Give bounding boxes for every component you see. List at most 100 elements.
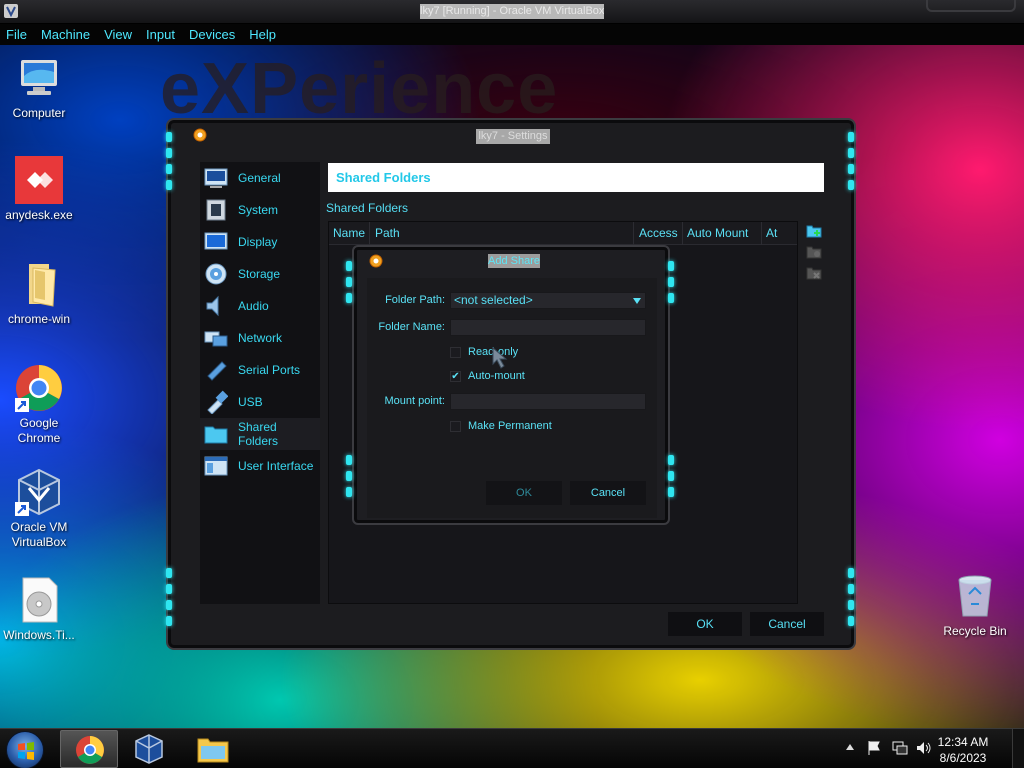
gear-icon (193, 128, 207, 142)
system-icon (206, 199, 226, 221)
desktop-icon-label: Recycle Bin (943, 624, 1007, 638)
windows-logo-icon (18, 742, 34, 760)
desktop-icon-recycle-bin[interactable]: Recycle Bin (936, 572, 1014, 639)
frame-studs (668, 261, 676, 309)
show-desktop-button[interactable] (1012, 729, 1024, 768)
settings-cancel-button[interactable]: Cancel (750, 612, 824, 636)
disc-image-icon (15, 576, 63, 624)
menu-devices[interactable]: Devices (189, 27, 235, 42)
nav-item-usb[interactable]: USB (200, 386, 320, 418)
nav-item-user-interface[interactable]: User Interface (200, 450, 320, 482)
checkbox-box (450, 420, 461, 432)
desktop-icon-windows-iso[interactable]: Windows.Ti... (0, 576, 78, 643)
clock-time: 12:34 AM (937, 735, 989, 749)
checkbox-box: ✔ (450, 370, 461, 382)
shared-folders-icon (204, 426, 228, 444)
anydesk-icon (15, 156, 63, 204)
desktop-icon-google-chrome[interactable]: Google Chrome (0, 364, 78, 446)
frame-studs (668, 455, 676, 503)
mouse-cursor-icon (492, 347, 508, 369)
shared-folders-section-label: Shared Folders (326, 201, 409, 215)
window-controls[interactable] (926, 0, 1016, 12)
make-permanent-label: Make Permanent (468, 420, 552, 432)
column-header-access[interactable]: Access (639, 226, 678, 240)
nav-item-system[interactable]: System (200, 194, 320, 226)
clock-date: 8/6/2023 (939, 751, 987, 765)
column-header-name[interactable]: Name (333, 226, 365, 240)
folder-icon (15, 260, 63, 308)
frame-studs (166, 132, 174, 196)
nav-label: Shared Folders (237, 420, 278, 448)
menu-view[interactable]: View (104, 27, 132, 42)
nav-item-general[interactable]: General (200, 162, 320, 194)
general-icon (204, 168, 228, 188)
vm-title-bar: lky7 [Running] - Oracle VM VirtualBox (0, 0, 1024, 24)
taskbar-clock[interactable]: 12:34 AM 8/6/2023 (928, 734, 998, 766)
chrome-icon (15, 364, 63, 412)
nav-item-serial-ports[interactable]: Serial Ports (200, 354, 320, 386)
desktop-icon-anydesk[interactable]: anydesk.exe (0, 156, 78, 223)
settings-title: lky7 - Settings (476, 129, 550, 144)
menu-file[interactable]: File (6, 27, 27, 42)
add-share-ok-button[interactable]: OK (486, 481, 562, 505)
action-center-flag-icon[interactable] (866, 740, 882, 756)
menu-machine[interactable]: Machine (41, 27, 90, 42)
virtualbox-logo-icon (4, 4, 18, 18)
nav-item-audio[interactable]: Audio (200, 290, 320, 322)
recycle-bin-icon (951, 572, 999, 620)
menu-input[interactable]: Input (146, 27, 175, 42)
remove-folder-icon[interactable] (806, 265, 822, 281)
nav-item-network[interactable]: Network (200, 322, 320, 354)
add-share-title: Add Share (488, 254, 540, 268)
taskbar-file-explorer[interactable] (184, 730, 242, 768)
taskbar-virtualbox[interactable] (120, 730, 178, 768)
display-icon (204, 232, 228, 250)
desktop-icon-label: Computer (12, 106, 66, 120)
checkbox-box (450, 346, 461, 358)
desktop-icon-label: Google Chrome (17, 416, 61, 445)
add-share-cancel-button[interactable]: Cancel (570, 481, 646, 505)
add-folder-icon[interactable] (806, 223, 822, 239)
desktop-icon-label: anydesk.exe (5, 208, 73, 222)
taskbar-chrome[interactable] (60, 730, 118, 768)
nav-label: Storage (238, 267, 281, 281)
desktop-icon-label: chrome-win (7, 312, 70, 326)
nav-item-storage[interactable]: Storage (200, 258, 320, 290)
vm-window-title: lky7 [Running] - Oracle VM VirtualBox (420, 4, 604, 19)
menu-help[interactable]: Help (249, 27, 276, 42)
nav-item-shared-folders[interactable]: Shared Folders (200, 418, 320, 450)
settings-ok-button[interactable]: OK (668, 612, 742, 636)
desktop-icon-label: Oracle VM VirtualBox (10, 520, 68, 549)
shortcut-arrow-icon (15, 502, 29, 516)
gear-icon (369, 254, 383, 268)
frame-studs (346, 455, 354, 503)
nav-label: Serial Ports (238, 363, 301, 377)
folder-path-value: <not selected> (454, 293, 533, 307)
mount-point-field[interactable] (450, 393, 646, 410)
table-header: Name Path Access Auto Mount At (329, 222, 797, 245)
network-icon (204, 331, 228, 347)
column-header-path[interactable]: Path (375, 226, 400, 240)
folder-path-combobox[interactable]: <not selected> (450, 292, 646, 309)
storage-icon (205, 263, 227, 285)
edit-folder-icon[interactable] (806, 244, 822, 260)
column-header-auto-mount[interactable]: Auto Mount (687, 226, 748, 240)
folder-path-label: Folder Path: (385, 294, 445, 306)
make-permanent-checkbox[interactable]: Make Permanent (450, 420, 552, 432)
desktop-icon-computer[interactable]: Computer (0, 54, 78, 121)
network-status-icon[interactable] (892, 740, 908, 756)
page-title: Shared Folders (328, 163, 824, 192)
folder-name-field[interactable] (450, 319, 646, 336)
virtualbox-icon (135, 734, 163, 764)
show-hidden-icons-icon[interactable] (846, 744, 854, 750)
start-button[interactable] (6, 731, 44, 768)
chrome-icon (76, 736, 104, 764)
desktop-icon-chrome-win[interactable]: chrome-win (0, 260, 78, 327)
column-header-at[interactable]: At (766, 226, 777, 240)
auto-mount-checkbox[interactable]: ✔ Auto-mount (450, 370, 525, 382)
serial-ports-icon (207, 361, 227, 381)
nav-label: General (238, 171, 281, 185)
folder-name-label: Folder Name: (378, 321, 445, 333)
desktop-icon-virtualbox[interactable]: Oracle VM VirtualBox (0, 468, 78, 550)
nav-item-display[interactable]: Display (200, 226, 320, 258)
